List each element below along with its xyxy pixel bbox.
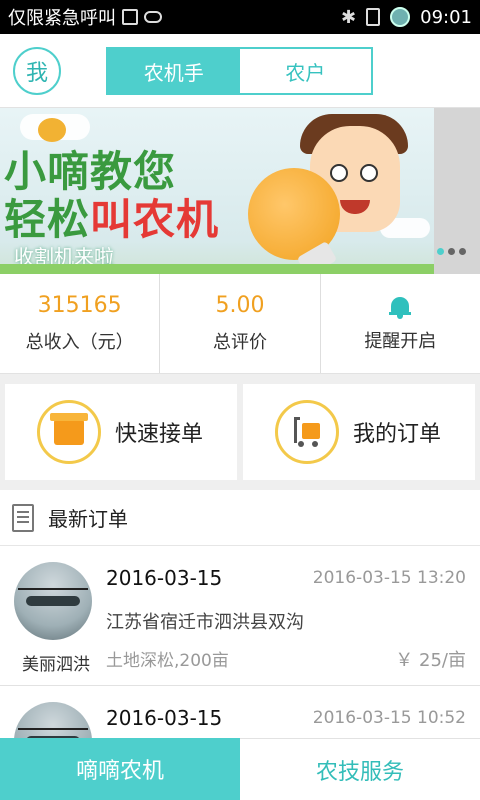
cloud-icon [144, 11, 162, 23]
order-timestamp: 2016-03-15 10:52 [312, 708, 466, 728]
income-stat[interactable]: 315165 总收入（元） [0, 274, 159, 373]
income-label: 总收入（元） [25, 332, 134, 353]
banner-title-plain: 轻松 [4, 195, 91, 244]
carousel-dot [437, 248, 444, 255]
carrier-text: 仅限紧急呼叫 [8, 8, 116, 29]
income-value: 315165 [37, 293, 122, 318]
latest-orders-header: 最新订单 [0, 490, 480, 546]
gallery-icon [122, 9, 138, 25]
battery-icon [390, 7, 411, 27]
order-date: 2016-03-15 [106, 706, 223, 730]
order-timestamp: 2016-03-15 13:20 [312, 568, 466, 588]
banner-title-highlight: 叫农机 [90, 195, 220, 244]
tab-didi-nongji[interactable]: 嘀嘀农机 [0, 738, 240, 800]
bell-icon [389, 295, 412, 319]
orders-list: 美丽泗洪 2016-03-15 2016-03-15 13:20 江苏省宿迁市泗… [0, 546, 480, 738]
stats-panel: 315165 总收入（元） 5.00 总评价 提醒开启 [0, 274, 480, 374]
reminder-label: 提醒开启 [364, 330, 437, 352]
order-date: 2016-03-15 [106, 566, 223, 590]
order-address: 江苏省宿迁市泗洪县双沟 [106, 612, 304, 633]
avatar [14, 562, 92, 640]
order-owner-name: 美丽泗洪 [22, 655, 90, 675]
clock-time: 09:01 [420, 6, 472, 28]
bluetooth-icon: ✱ [341, 6, 357, 28]
order-price: ￥ 25/亩 [395, 650, 466, 671]
document-icon [12, 503, 34, 532]
avatar [14, 702, 92, 738]
carousel-dot [448, 248, 455, 255]
list-item[interactable]: 美丽泗洪 2016-03-15 2016-03-15 13:20 江苏省宿迁市泗… [0, 546, 480, 686]
my-orders-button[interactable]: 我的订单 [243, 384, 475, 480]
section-title: 最新订单 [48, 507, 128, 531]
rating-stat[interactable]: 5.00 总评价 [159, 274, 319, 373]
profile-button[interactable]: 我 [13, 47, 61, 95]
package-icon [37, 400, 101, 464]
banner-title-line2: 轻松叫农机 [4, 186, 219, 247]
my-orders-label: 我的订单 [353, 422, 442, 447]
list-item[interactable]: 2016-03-15 2016-03-15 10:52 [0, 686, 480, 738]
carousel-indicator [437, 248, 466, 255]
cartoon-eye [330, 164, 348, 182]
reminder-toggle[interactable]: 提醒开启 [319, 274, 480, 373]
role-switcher: 农机手 农户 [106, 47, 373, 95]
promo-banner[interactable]: 小嘀教您 轻松叫农机 收割机来啦 [0, 108, 480, 274]
tab-farmer[interactable]: 农户 [239, 49, 371, 93]
banner-grass [0, 264, 480, 274]
top-header: 我 农机手 农户 [0, 34, 480, 108]
sim-icon [366, 8, 381, 26]
cartoon-eye [360, 164, 378, 182]
quick-accept-button[interactable]: 快速接单 [5, 384, 237, 480]
rating-value: 5.00 [215, 293, 265, 318]
rating-label: 总评价 [212, 332, 267, 353]
bottom-tab-bar: 嘀嘀农机 农技服务 [0, 738, 480, 800]
quick-accept-label: 快速接单 [115, 422, 204, 447]
status-bar: 仅限紧急呼叫 ✱ 09:01 [0, 0, 480, 34]
tab-operator[interactable]: 农机手 [108, 49, 240, 93]
order-task: 土地深松,200亩 [106, 651, 229, 671]
quick-actions: 快速接单 我的订单 [5, 384, 475, 480]
tab-agri-service[interactable]: 农技服务 [240, 738, 480, 800]
cart-icon [275, 400, 339, 464]
carousel-dot [459, 248, 466, 255]
